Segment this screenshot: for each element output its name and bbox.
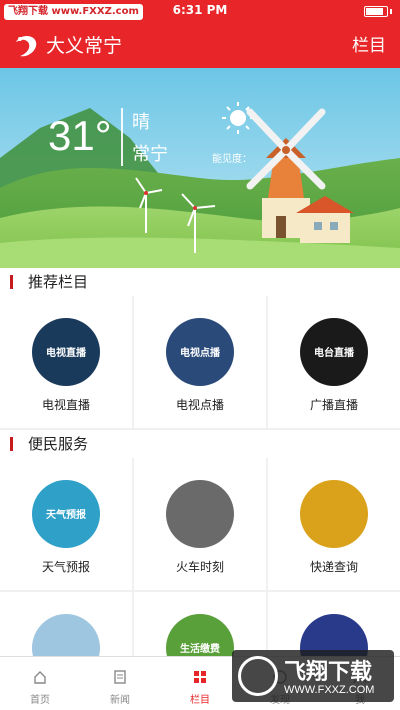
recommended-item[interactable]: 电视直播 电视直播 (0, 296, 132, 428)
item-image-text: 天气预报 (46, 510, 86, 521)
tab-columns[interactable]: 栏目 (160, 657, 240, 710)
tab-home[interactable]: 首页 (0, 657, 80, 710)
train-schedule-icon (166, 480, 234, 548)
weather-divider (121, 108, 123, 166)
watermark-logo-icon (238, 656, 278, 696)
battery-icon (364, 6, 388, 17)
item-label: 火车时刻 (175, 560, 224, 574)
radio-live-icon: 电台直播 (300, 318, 368, 386)
tv-vod-icon: 电视点播 (166, 318, 234, 386)
tab-label: 新闻 (110, 695, 130, 706)
watermark-url: WWW.FXXZ.COM (284, 684, 375, 696)
battery-level (366, 8, 383, 15)
service-item[interactable]: 快递查询 (268, 458, 400, 590)
site-watermark: 飞翔下载 WWW.FXXZ.COM (232, 650, 394, 702)
item-image-text: 电视点播 (180, 348, 220, 359)
item-label: 广播直播 (309, 398, 358, 412)
item-image-text: 电台直播 (314, 348, 354, 359)
recommended-item[interactable]: 电台直播 广播直播 (268, 296, 400, 428)
services-grid: 天气预报 天气预报 火车时刻 快递查询 生活缴费 (0, 458, 400, 710)
section-accent-bar (10, 437, 13, 451)
battery-tip (390, 9, 392, 14)
weather-scene-illustration (0, 68, 400, 268)
columns-icon (194, 671, 206, 683)
weather-banner[interactable]: 31° 晴 常宁 能见度： (0, 68, 400, 268)
section-title: 便民服务 (28, 435, 89, 453)
visibility-label: 能见度： (212, 154, 252, 165)
status-bar: 飞翔下载 www.FXXZ.com 6:31 PM (0, 0, 400, 24)
weather-forecast-icon: 天气预报 (32, 480, 100, 548)
service-item[interactable]: 火车时刻 (134, 458, 266, 590)
tab-label: 栏目 (190, 695, 210, 706)
section-header-services: 便民服务 (0, 430, 400, 458)
home-icon (34, 671, 46, 684)
watermark-title: 飞翔下载 (284, 660, 373, 685)
app-title: 大义常宁 (46, 35, 123, 57)
tab-news[interactable]: 新闻 (80, 657, 160, 710)
section-title: 推荐栏目 (28, 273, 89, 291)
section-accent-bar (10, 275, 13, 289)
section-header-recommended: 推荐栏目 (0, 268, 400, 296)
recommended-item[interactable]: 电视点播 电视点播 (134, 296, 266, 428)
item-label: 天气预报 (41, 560, 90, 574)
temperature-value: 31° (48, 112, 112, 159)
recommended-grid: 电视直播 电视直播 电视点播 电视点播 电台直播 广播直播 (0, 296, 400, 430)
status-time: 6:31 PM (172, 3, 228, 17)
weather-city: 常宁 (132, 144, 168, 165)
item-label: 快递查询 (309, 560, 358, 574)
tab-label: 首页 (30, 695, 50, 706)
app-bar: 大义常宁 栏目 (0, 24, 400, 68)
item-label: 电视直播 (41, 398, 90, 412)
tv-live-icon: 电视直播 (32, 318, 100, 386)
item-label: 电视点播 (175, 398, 224, 412)
item-image-text: 生活缴费 (180, 644, 220, 655)
item-image-text: 电视直播 (46, 348, 86, 359)
weather-condition: 晴 (132, 112, 150, 133)
express-query-icon (300, 480, 368, 548)
columns-menu-button[interactable]: 栏目 (352, 34, 386, 58)
service-item[interactable]: 天气预报 天气预报 (0, 458, 132, 590)
app-logo-icon (16, 36, 37, 57)
news-icon (114, 670, 126, 684)
